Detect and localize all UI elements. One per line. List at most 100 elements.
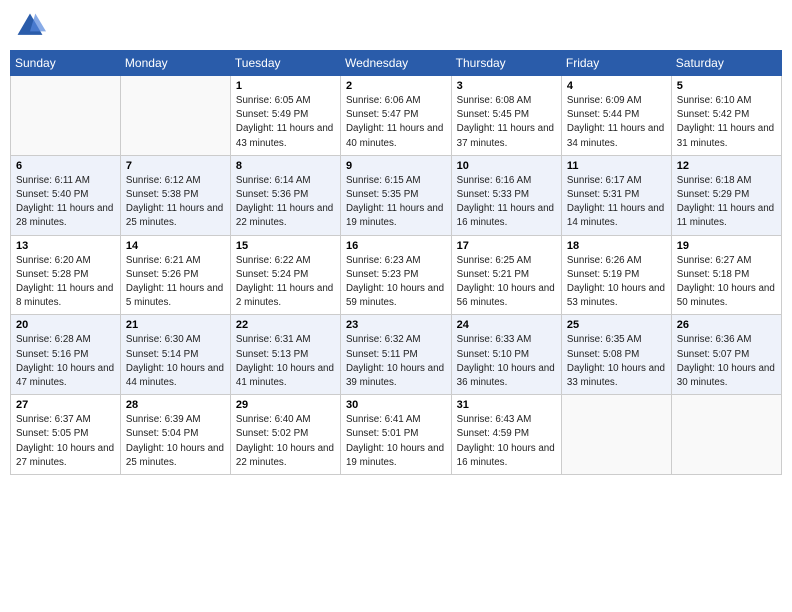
- calendar-cell: 29Sunrise: 6:40 AM Sunset: 5:02 PM Dayli…: [230, 395, 340, 475]
- day-header: Friday: [561, 51, 671, 76]
- day-detail: Sunrise: 6:39 AM Sunset: 5:04 PM Dayligh…: [126, 413, 225, 470]
- day-number: 30: [346, 399, 446, 411]
- calendar-cell: 9 Sunrise: 6:15 AM Sunset: 5:35 PM Daylig…: [340, 155, 451, 235]
- calendar-cell: 13 Sunrise: 6:20 AM Sunset: 5:28 PM Dayli…: [11, 235, 121, 315]
- day-number: 25: [567, 319, 666, 331]
- day-detail: Sunrise: 6:33 AM Sunset: 5:10 PM Dayligh…: [457, 333, 556, 390]
- calendar-cell: 24 Sunrise: 6:33 AM Sunset: 5:10 PM Dayli…: [451, 315, 561, 395]
- logo-icon: [14, 10, 46, 42]
- day-number: 4: [567, 80, 666, 92]
- day-detail: Sunrise: 6:17 AM Sunset: 5:31 PM Dayligh…: [567, 174, 666, 231]
- day-detail: Sunrise: 6:27 AM Sunset: 5:18 PM Dayligh…: [677, 254, 776, 311]
- calendar-cell: [561, 395, 671, 475]
- day-detail: Sunrise: 6:05 AM Sunset: 5:49 PM Dayligh…: [236, 94, 335, 151]
- calendar-cell: 1 Sunrise: 6:05 AM Sunset: 5:49 PM Daylig…: [230, 76, 340, 156]
- day-number: 19: [677, 240, 776, 252]
- day-number: 22: [236, 319, 335, 331]
- calendar-cell: 15 Sunrise: 6:22 AM Sunset: 5:24 PM Dayli…: [230, 235, 340, 315]
- day-number: 14: [126, 240, 225, 252]
- day-number: 1: [236, 80, 335, 92]
- day-detail: Sunrise: 6:11 AM Sunset: 5:40 PM Dayligh…: [16, 174, 115, 231]
- day-number: 15: [236, 240, 335, 252]
- day-number: 2: [346, 80, 446, 92]
- calendar-cell: 5 Sunrise: 6:10 AM Sunset: 5:42 PM Daylig…: [671, 76, 781, 156]
- calendar-cell: 8 Sunrise: 6:14 AM Sunset: 5:36 PM Daylig…: [230, 155, 340, 235]
- calendar-table: SundayMondayTuesdayWednesdayThursdayFrid…: [10, 50, 782, 475]
- day-detail: Sunrise: 6:41 AM Sunset: 5:01 PM Dayligh…: [346, 413, 446, 470]
- calendar-header-row: SundayMondayTuesdayWednesdayThursdayFrid…: [11, 51, 782, 76]
- day-number: 17: [457, 240, 556, 252]
- day-number: 28: [126, 399, 225, 411]
- day-header: Tuesday: [230, 51, 340, 76]
- calendar-cell: 18Sunrise: 6:26 AM Sunset: 5:19 PM Dayli…: [561, 235, 671, 315]
- calendar-cell: 19 Sunrise: 6:27 AM Sunset: 5:18 PM Dayli…: [671, 235, 781, 315]
- calendar-cell: 25 Sunrise: 6:35 AM Sunset: 5:08 PM Dayli…: [561, 315, 671, 395]
- calendar-cell: 20 Sunrise: 6:28 AM Sunset: 5:16 PM Dayli…: [11, 315, 121, 395]
- day-number: 27: [16, 399, 115, 411]
- day-detail: Sunrise: 6:25 AM Sunset: 5:21 PM Dayligh…: [457, 254, 556, 311]
- day-header: Wednesday: [340, 51, 451, 76]
- day-number: 13: [16, 240, 115, 252]
- day-detail: Sunrise: 6:09 AM Sunset: 5:44 PM Dayligh…: [567, 94, 666, 151]
- day-number: 3: [457, 80, 556, 92]
- day-header: Saturday: [671, 51, 781, 76]
- day-number: 10: [457, 160, 556, 172]
- calendar-cell: 3 Sunrise: 6:08 AM Sunset: 5:45 PM Daylig…: [451, 76, 561, 156]
- day-detail: Sunrise: 6:28 AM Sunset: 5:16 PM Dayligh…: [16, 333, 115, 390]
- calendar-cell: [120, 76, 230, 156]
- page-header: [10, 10, 782, 42]
- day-number: 9: [346, 160, 446, 172]
- calendar-cell: 30 Sunrise: 6:41 AM Sunset: 5:01 PM Dayli…: [340, 395, 451, 475]
- day-number: 16: [346, 240, 446, 252]
- day-number: 8: [236, 160, 335, 172]
- calendar-week-row: 20 Sunrise: 6:28 AM Sunset: 5:16 PM Dayli…: [11, 315, 782, 395]
- calendar-cell: 10Sunrise: 6:16 AM Sunset: 5:33 PM Dayli…: [451, 155, 561, 235]
- day-detail: Sunrise: 6:20 AM Sunset: 5:28 PM Dayligh…: [16, 254, 115, 311]
- day-number: 26: [677, 319, 776, 331]
- calendar-week-row: 27 Sunrise: 6:37 AM Sunset: 5:05 PM Dayli…: [11, 395, 782, 475]
- calendar-cell: 23Sunrise: 6:32 AM Sunset: 5:11 PM Dayli…: [340, 315, 451, 395]
- calendar-cell: 27 Sunrise: 6:37 AM Sunset: 5:05 PM Dayli…: [11, 395, 121, 475]
- day-number: 24: [457, 319, 556, 331]
- calendar-week-row: 1 Sunrise: 6:05 AM Sunset: 5:49 PM Daylig…: [11, 76, 782, 156]
- calendar-cell: 6 Sunrise: 6:11 AM Sunset: 5:40 PM Daylig…: [11, 155, 121, 235]
- day-detail: Sunrise: 6:15 AM Sunset: 5:35 PM Dayligh…: [346, 174, 446, 231]
- calendar-cell: 12Sunrise: 6:18 AM Sunset: 5:29 PM Dayli…: [671, 155, 781, 235]
- day-detail: Sunrise: 6:32 AM Sunset: 5:11 PM Dayligh…: [346, 333, 446, 390]
- day-number: 5: [677, 80, 776, 92]
- calendar-cell: 2 Sunrise: 6:06 AM Sunset: 5:47 PM Daylig…: [340, 76, 451, 156]
- day-detail: Sunrise: 6:18 AM Sunset: 5:29 PM Dayligh…: [677, 174, 776, 231]
- day-detail: Sunrise: 6:14 AM Sunset: 5:36 PM Dayligh…: [236, 174, 335, 231]
- day-number: 29: [236, 399, 335, 411]
- calendar-cell: 21Sunrise: 6:30 AM Sunset: 5:14 PM Dayli…: [120, 315, 230, 395]
- day-detail: Sunrise: 6:06 AM Sunset: 5:47 PM Dayligh…: [346, 94, 446, 151]
- day-detail: Sunrise: 6:30 AM Sunset: 5:14 PM Dayligh…: [126, 333, 225, 390]
- day-detail: Sunrise: 6:22 AM Sunset: 5:24 PM Dayligh…: [236, 254, 335, 311]
- day-detail: Sunrise: 6:10 AM Sunset: 5:42 PM Dayligh…: [677, 94, 776, 151]
- day-detail: Sunrise: 6:31 AM Sunset: 5:13 PM Dayligh…: [236, 333, 335, 390]
- calendar-cell: 22 Sunrise: 6:31 AM Sunset: 5:13 PM Dayli…: [230, 315, 340, 395]
- day-number: 20: [16, 319, 115, 331]
- day-detail: Sunrise: 6:35 AM Sunset: 5:08 PM Dayligh…: [567, 333, 666, 390]
- day-detail: Sunrise: 6:37 AM Sunset: 5:05 PM Dayligh…: [16, 413, 115, 470]
- calendar-cell: 31Sunrise: 6:43 AM Sunset: 4:59 PM Dayli…: [451, 395, 561, 475]
- day-number: 18: [567, 240, 666, 252]
- day-number: 11: [567, 160, 666, 172]
- calendar-cell: 28 Sunrise: 6:39 AM Sunset: 5:04 PM Dayli…: [120, 395, 230, 475]
- day-number: 7: [126, 160, 225, 172]
- day-detail: Sunrise: 6:08 AM Sunset: 5:45 PM Dayligh…: [457, 94, 556, 151]
- calendar-cell: 4 Sunrise: 6:09 AM Sunset: 5:44 PM Daylig…: [561, 76, 671, 156]
- day-number: 6: [16, 160, 115, 172]
- calendar-cell: 16 Sunrise: 6:23 AM Sunset: 5:23 PM Dayli…: [340, 235, 451, 315]
- calendar-cell: 7Sunrise: 6:12 AM Sunset: 5:38 PM Daylig…: [120, 155, 230, 235]
- day-header: Thursday: [451, 51, 561, 76]
- calendar-cell: 11 Sunrise: 6:17 AM Sunset: 5:31 PM Dayli…: [561, 155, 671, 235]
- day-detail: Sunrise: 6:43 AM Sunset: 4:59 PM Dayligh…: [457, 413, 556, 470]
- day-detail: Sunrise: 6:36 AM Sunset: 5:07 PM Dayligh…: [677, 333, 776, 390]
- day-header: Sunday: [11, 51, 121, 76]
- calendar-cell: 17 Sunrise: 6:25 AM Sunset: 5:21 PM Dayli…: [451, 235, 561, 315]
- calendar-cell: 14Sunrise: 6:21 AM Sunset: 5:26 PM Dayli…: [120, 235, 230, 315]
- day-detail: Sunrise: 6:23 AM Sunset: 5:23 PM Dayligh…: [346, 254, 446, 311]
- calendar-cell: [671, 395, 781, 475]
- calendar-cell: 26 Sunrise: 6:36 AM Sunset: 5:07 PM Dayli…: [671, 315, 781, 395]
